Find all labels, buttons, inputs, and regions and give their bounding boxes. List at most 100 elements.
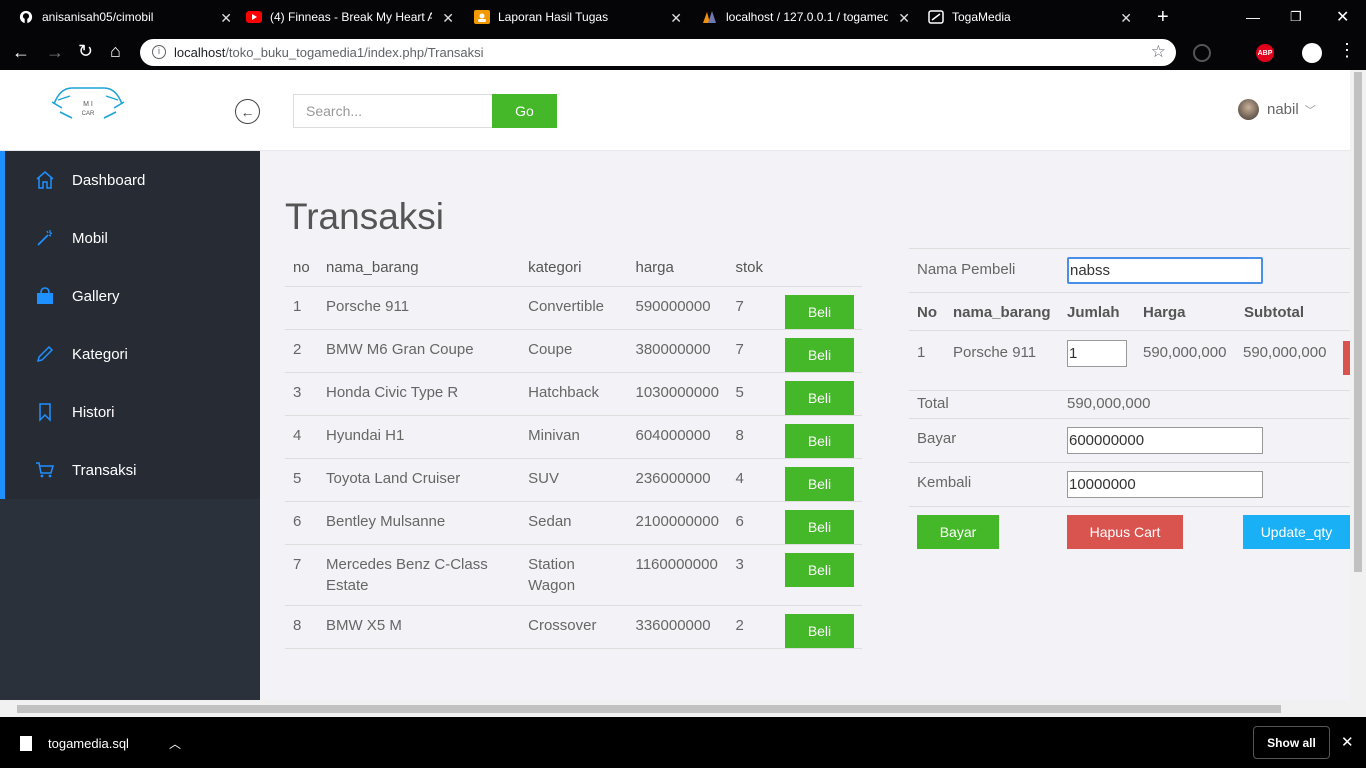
cell-no: 7 [285, 544, 318, 606]
buyer-label: Nama Pembeli [917, 261, 1016, 278]
cell-category: Minivan [520, 415, 628, 459]
cell-action: Beli [771, 286, 862, 330]
table-row: 8 BMW X5 M Crossover 336000000 2 Beli [285, 605, 862, 649]
browser-tab-strip: anisanisah05/cimobil ✕ (4) Finneas - Bre… [0, 0, 1366, 34]
cart-column-header: Harga [1143, 304, 1186, 321]
vertical-scrollbar[interactable] [1350, 70, 1366, 717]
table-header-row: no nama_barang kategori harga stok [285, 250, 862, 287]
download-item[interactable]: togamedia.sql ︿ [20, 735, 181, 752]
buy-button[interactable]: Beli [785, 380, 854, 415]
sidebar-item-label: Kategori [72, 345, 128, 363]
close-icon[interactable]: ✕ [1120, 10, 1132, 27]
pay-button[interactable]: Bayar [917, 515, 999, 549]
browser-tab[interactable]: (4) Finneas - Break My Heart A ✕ [246, 0, 462, 34]
extension-icon[interactable] [1193, 44, 1211, 62]
cell-stock: 7 [727, 329, 771, 373]
cell-stock: 8 [727, 415, 771, 459]
buy-button[interactable]: Beli [785, 552, 854, 587]
new-tab-button[interactable]: + [1157, 0, 1177, 34]
search-go-button[interactable]: Go [492, 94, 557, 128]
horizontal-scrollbar[interactable] [0, 700, 1350, 717]
buy-button[interactable]: Beli [785, 294, 854, 329]
reload-icon[interactable]: ↻ [78, 41, 93, 62]
browser-tab[interactable]: localhost / 127.0.0.1 / togamed ✕ [702, 0, 918, 34]
cart-item-row: 1 Porsche 911 590,000,000 590,000,000 [909, 330, 1350, 390]
close-icon[interactable]: ✕ [898, 10, 910, 27]
logo-text-top: M I [83, 101, 93, 108]
bookmark-star-icon[interactable]: ☆ [1151, 42, 1166, 62]
cell-no: 4 [285, 415, 318, 459]
buy-button[interactable]: Beli [785, 509, 854, 544]
sidebar-item-histori[interactable]: Histori [0, 383, 260, 441]
forward-arrow-icon[interactable]: → [46, 42, 64, 63]
cell-action: Beli [771, 415, 862, 459]
scrollbar-thumb[interactable] [1354, 72, 1362, 572]
cell-no: 6 [285, 501, 318, 545]
buy-button[interactable]: Beli [785, 466, 854, 501]
table-row: 4 Hyundai H1 Minivan 604000000 8 Beli [285, 415, 862, 459]
chevron-up-icon[interactable]: ︿ [169, 735, 181, 752]
pay-amount-input[interactable] [1067, 427, 1263, 454]
browser-tab-active[interactable]: TogaMedia ✕ [928, 0, 1140, 34]
search-input[interactable] [293, 94, 493, 128]
user-menu[interactable]: nabil ﹀ [1238, 99, 1316, 120]
menu-dots-icon[interactable]: ⋮ [1338, 40, 1356, 61]
sidebar-item-kategori[interactable]: Kategori [0, 325, 260, 383]
column-header-action [771, 250, 862, 287]
minimize-icon[interactable]: — [1246, 0, 1260, 34]
cell-category: Convertible [520, 286, 628, 330]
adblock-icon[interactable]: ABP [1256, 44, 1274, 62]
close-icon[interactable]: ✕ [670, 10, 682, 27]
cart-panel: Nama Pembeli No nama_barang Jumlah Harga… [909, 248, 1350, 556]
profile-icon[interactable] [1302, 43, 1322, 63]
close-icon[interactable]: ✕ [1341, 733, 1354, 751]
logo-text-bottom: CAR [82, 111, 95, 117]
back-arrow-icon[interactable]: ← [12, 42, 30, 63]
tab-title: (4) Finneas - Break My Heart A [270, 10, 432, 24]
change-amount-input[interactable] [1067, 471, 1263, 498]
user-name: nabil [1267, 101, 1299, 118]
buy-button[interactable]: Beli [785, 613, 854, 648]
cell-category: Crossover [520, 605, 628, 649]
quantity-input[interactable] [1067, 340, 1127, 367]
classroom-icon [474, 9, 490, 25]
restore-icon[interactable]: ❐ [1290, 0, 1302, 34]
info-icon[interactable]: i [152, 45, 166, 59]
buy-button[interactable]: Beli [785, 423, 854, 458]
cell-no: 2 [285, 329, 318, 373]
home-icon[interactable]: ⌂ [110, 41, 121, 62]
buyer-row: Nama Pembeli [909, 248, 1350, 292]
sidebar-item-transaksi[interactable]: Transaksi [0, 441, 260, 499]
avatar [1238, 99, 1259, 120]
cell-price: 336000000 [627, 605, 728, 649]
scrollbar-thumb[interactable] [17, 705, 1281, 713]
sidebar-item-dashboard[interactable]: Dashboard [0, 151, 260, 209]
buyer-name-input[interactable] [1067, 257, 1263, 284]
close-icon[interactable]: ✕ [220, 10, 232, 27]
update-qty-button[interactable]: Update_qty [1243, 515, 1350, 549]
browser-tab[interactable]: anisanisah05/cimobil ✕ [18, 0, 240, 34]
sidebar-item-label: Mobil [72, 229, 108, 247]
buy-button[interactable]: Beli [785, 337, 854, 372]
sidebar-item-label: Histori [72, 403, 115, 421]
cell-name: Honda Civic Type R [317, 372, 521, 416]
cell-name: Hyundai H1 [317, 415, 521, 459]
sidebar-item-gallery[interactable]: Gallery [0, 267, 260, 325]
shopping-bag-icon [35, 286, 55, 306]
remove-item-button[interactable] [1343, 341, 1350, 375]
cell-action: Beli [771, 329, 862, 373]
sidebar-item-mobil[interactable]: Mobil [0, 209, 260, 267]
url-bar[interactable]: i localhost/toko_buku_togamedia1/index.p… [140, 39, 1176, 66]
youtube-icon [246, 9, 262, 25]
close-icon[interactable]: ✕ [442, 10, 454, 27]
browser-tab[interactable]: Laporan Hasil Tugas ✕ [474, 0, 690, 34]
table-row: 3 Honda Civic Type R Hatchback 1030000000 5 B… [285, 372, 862, 416]
sidebar-toggle-back-icon[interactable]: ← [235, 99, 260, 124]
clear-cart-button[interactable]: Hapus Cart [1067, 515, 1183, 549]
show-all-button[interactable]: Show all [1253, 726, 1330, 759]
magic-wand-icon [35, 228, 55, 248]
cart-item-no: 1 [917, 344, 926, 361]
logo[interactable]: M I CAR [50, 82, 126, 127]
window-close-icon[interactable]: ✕ [1336, 0, 1349, 34]
cell-name: BMW X5 M [317, 605, 521, 649]
